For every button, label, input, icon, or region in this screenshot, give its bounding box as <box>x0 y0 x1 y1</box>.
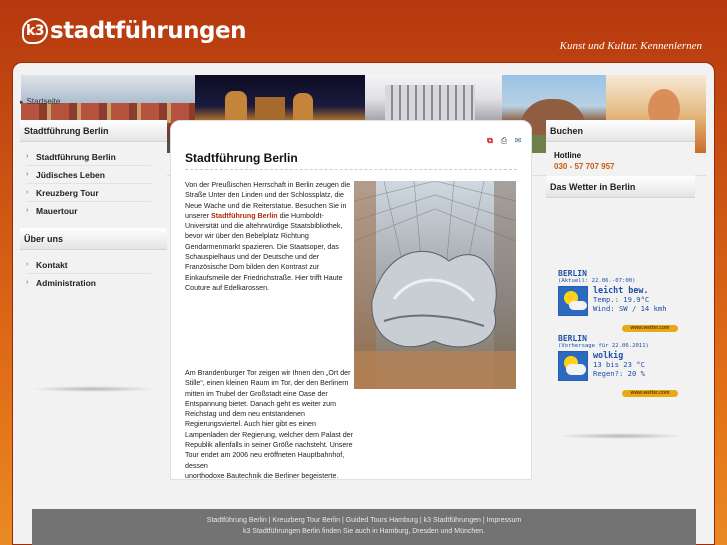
sidebar-item-stadtfuehrung-berlin[interactable]: › Stadtführung Berlin <box>26 148 151 166</box>
sidebar-item-kreuzberg-tour[interactable]: › Kreuzberg Tour <box>26 184 151 202</box>
sidebar-item-label: Mauertour <box>36 206 78 216</box>
weather-body: wolkig 13 bis 23 °C Regen?: 20 % <box>558 351 683 381</box>
sidebar-item-juedisches-leben[interactable]: › Jüdisches Leben <box>26 166 151 184</box>
tour-text-end: unorthodoxe Bautechnik die Berliner bege… <box>185 471 339 480</box>
weather-condition: leicht bew. <box>593 285 649 295</box>
stadtfuehrung-berlin-link[interactable]: Stadtführung Berlin <box>211 212 278 220</box>
wetter-com-badge[interactable]: www.wetter.com <box>622 390 678 397</box>
partly-cloudy-icon <box>558 286 588 316</box>
site-logo[interactable]: k3 stadtführungen <box>22 18 246 44</box>
content-toolbar: ⧉ ⎙ ✉ <box>485 136 523 146</box>
pdf-icon[interactable]: ⧉ <box>485 136 495 146</box>
sidebar-item-label: Jüdisches Leben <box>36 170 105 180</box>
weather-timestamp: (Aktuell: 22.06.-07:00) <box>558 278 636 284</box>
hotline-number[interactable]: 030 - 57 707 957 <box>554 161 687 172</box>
site-footer: Stadtführung Berlin | Kreuzberg Tour Ber… <box>32 509 696 545</box>
chevron-right-icon: › <box>26 261 29 268</box>
intro-paragraph: Von der Preußischen Herrschaft in Berlin… <box>185 180 353 293</box>
sidebar-menu-tours: › Stadtführung Berlin › Jüdisches Leben › K… <box>20 142 167 226</box>
site-header: k3 stadtführungen Kunst und Kultur. Kenn… <box>0 0 727 66</box>
breadcrumb-home-link[interactable]: Startseite <box>27 97 61 106</box>
weather-body: leicht bew. Temp.: 19.9°C Wind: SW / 14 … <box>558 286 683 316</box>
weather-heading: Das Wetter in Berlin <box>546 176 695 198</box>
weather-info: leicht bew. Temp.: 19.9°C Wind: SW / 14 … <box>593 286 667 316</box>
breadcrumb: ▸ Startseite <box>20 97 60 106</box>
atrium-photo <box>354 181 516 389</box>
sidebar-item-label: Kreuzberg Tour <box>36 188 99 198</box>
sidebar-item-mauertour[interactable]: › Mauertour <box>26 202 151 220</box>
title-divider <box>185 169 517 170</box>
chevron-right-icon: › <box>26 279 29 286</box>
weather-rain: Regen?: 20 % <box>593 369 645 378</box>
cloudy-icon <box>558 351 588 381</box>
weather-temperature: Temp.: 19.9°C <box>593 295 650 304</box>
weather-timestamp: (Vorhersage für 22.06.2011) <box>558 343 649 349</box>
chevron-right-icon: › <box>26 207 29 214</box>
chevron-right-icon: › <box>26 189 29 196</box>
sidebar-heading-stadtfuehrung: Stadtführung Berlin <box>20 120 167 142</box>
tour-paragraph: Am Brandenburger Tor zeigen wir Ihnen de… <box>185 368 485 481</box>
sidebar-item-administration[interactable]: › Administration <box>26 274 151 292</box>
booking-heading: Buchen <box>546 120 695 142</box>
chevron-right-icon: › <box>26 153 29 160</box>
intro-text-end: die Humboldt-Universität und die altehrw… <box>185 211 343 292</box>
footer-info: k3 Stadtführungen Berlin finden Sie auch… <box>242 528 486 535</box>
sidebar-item-label: Kontakt <box>36 260 68 270</box>
weather-widget-current: BERLIN (Aktuell: 22.06.-07:00) leicht be… <box>558 269 683 332</box>
stadtfuehrung-berlin-link-text: Stadtführung Berlin <box>211 211 278 220</box>
weather-city: BERLIN <box>558 334 587 343</box>
atrium-illustration <box>354 181 516 389</box>
sidebar-shadow <box>556 433 686 439</box>
sidebar-item-label: Administration <box>36 278 96 288</box>
weather-condition: wolkig <box>593 350 624 360</box>
hotline-label: Hotline <box>554 151 582 160</box>
weather-temperature: 13 bis 23 °C <box>593 360 645 369</box>
wetter-com-badge[interactable]: www.wetter.com <box>622 325 678 332</box>
page-title: Stadtführung Berlin <box>185 151 298 165</box>
hotline-box: Hotline 030 - 57 707 957 <box>546 142 695 176</box>
main-content: ⧉ ⎙ ✉ Stadtführung Berlin Von der Preußi… <box>170 120 532 480</box>
chevron-right-icon: › <box>26 171 29 178</box>
weather-widget-forecast: BERLIN (Vorhersage für 22.06.2011) wolki… <box>558 334 683 397</box>
weather-city: BERLIN <box>558 269 587 278</box>
sidebar-menu-about: › Kontakt › Administration <box>20 250 167 298</box>
sidebar-shadow <box>30 386 156 392</box>
tagline: Kunst und Kultur. Kennenlernen <box>559 40 702 52</box>
weather-wind: Wind: SW / 14 kmh <box>593 304 667 313</box>
sidebar-item-kontakt[interactable]: › Kontakt <box>26 256 151 274</box>
sidebar-heading-ueber-uns: Über uns <box>20 228 167 250</box>
email-icon[interactable]: ✉ <box>513 136 523 146</box>
logo-text: stadtführungen <box>50 18 246 44</box>
footer-links[interactable]: Stadtführung Berlin | Kreuzberg Tour Ber… <box>32 515 696 526</box>
tour-text: Am Brandenburger Tor zeigen wir Ihnen de… <box>185 369 353 470</box>
breadcrumb-arrow-icon: ▸ <box>20 99 24 106</box>
logo-mark: k3 <box>22 18 48 44</box>
weather-info: wolkig 13 bis 23 °C Regen?: 20 % <box>593 351 645 381</box>
print-icon[interactable]: ⎙ <box>499 136 509 146</box>
left-sidebar: Stadtführung Berlin › Stadtführung Berlin… <box>20 120 167 320</box>
sidebar-item-label: Stadtführung Berlin <box>36 152 116 162</box>
